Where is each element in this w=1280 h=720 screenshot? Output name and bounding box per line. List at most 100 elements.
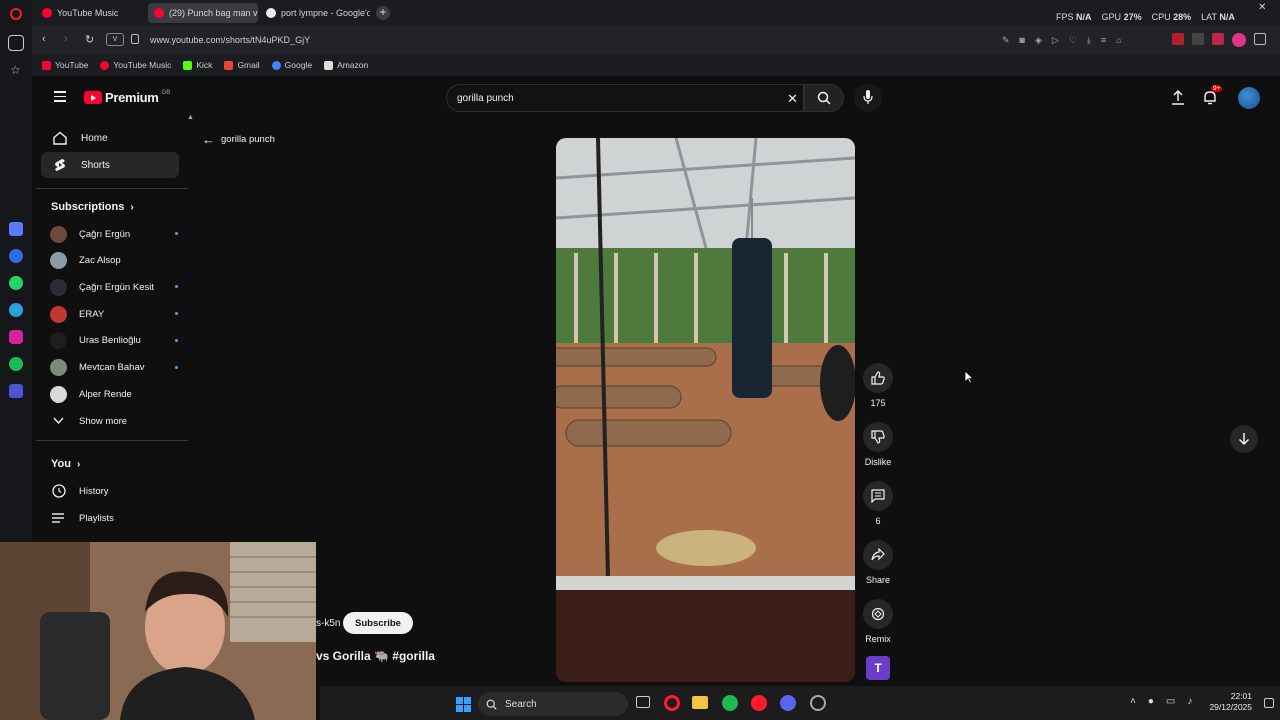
heart-icon[interactable]: ♡ bbox=[1069, 35, 1077, 46]
taskbar-search[interactable]: Search bbox=[478, 692, 628, 716]
kick-icon bbox=[183, 60, 193, 70]
new-content-dot bbox=[175, 312, 178, 316]
search-button[interactable] bbox=[804, 84, 844, 112]
account-avatar[interactable] bbox=[1238, 87, 1260, 109]
upload-icon[interactable] bbox=[1171, 90, 1185, 105]
spotify-icon[interactable] bbox=[9, 357, 23, 371]
back-icon[interactable]: ‹ bbox=[42, 33, 46, 45]
player-icon[interactable] bbox=[9, 384, 23, 398]
subscription-item[interactable]: Mevtcan Bahav bbox=[50, 358, 178, 378]
extension-dark-icon[interactable] bbox=[1192, 33, 1204, 45]
bookmark-google[interactable]: Google bbox=[271, 60, 312, 70]
windows-start-icon[interactable] bbox=[456, 697, 471, 712]
obs-icon[interactable] bbox=[810, 695, 826, 711]
voice-search-button[interactable] bbox=[854, 84, 882, 112]
home-space-icon[interactable] bbox=[8, 35, 24, 51]
subscription-item[interactable]: Uras Benlioğlu bbox=[50, 331, 178, 351]
telegram-icon[interactable] bbox=[9, 303, 23, 317]
sidebar-item-history[interactable]: History bbox=[50, 481, 174, 501]
bookmark-kick[interactable]: Kick bbox=[183, 60, 212, 70]
network-icon[interactable]: ▭ bbox=[1166, 696, 1175, 707]
notification-center-icon[interactable] bbox=[1264, 698, 1274, 708]
tab-youtube-music[interactable]: YouTube Music bbox=[36, 3, 146, 23]
youtube-premium-logo[interactable]: Premium GB bbox=[84, 90, 170, 105]
task-view-icon[interactable] bbox=[636, 696, 650, 708]
wallet-icon[interactable]: ⌂ bbox=[1116, 35, 1121, 46]
search-input[interactable]: gorilla punch ✕ bbox=[446, 84, 804, 112]
messenger-icon[interactable] bbox=[9, 249, 23, 263]
volume-icon[interactable]: ♪ bbox=[1187, 696, 1192, 707]
extension-circle-icon[interactable] bbox=[1232, 33, 1246, 47]
mouse-cursor-icon bbox=[964, 370, 974, 384]
extension-pink-icon[interactable] bbox=[1212, 33, 1224, 45]
short-video-player[interactable] bbox=[556, 138, 855, 682]
spotify-taskbar-icon[interactable] bbox=[722, 695, 738, 711]
subscription-item[interactable]: Alper Rende bbox=[50, 384, 174, 404]
subscription-item[interactable]: Çağrı Ergün bbox=[50, 224, 178, 244]
subscription-item[interactable]: Zac Alsop bbox=[50, 251, 174, 271]
opera-logo-icon[interactable] bbox=[10, 8, 22, 20]
search-icon bbox=[817, 91, 831, 105]
play-icon[interactable]: ▷ bbox=[1052, 35, 1059, 46]
instagram-icon[interactable] bbox=[9, 330, 23, 344]
download-icon[interactable]: ⤓ bbox=[1087, 35, 1091, 46]
shield-icon[interactable]: ◈ bbox=[1035, 35, 1042, 46]
notifications-button[interactable]: 9+ bbox=[1203, 85, 1223, 105]
channel-avatar[interactable]: T bbox=[866, 656, 890, 680]
opera-gx-icon[interactable] bbox=[751, 695, 767, 711]
whatsapp-icon[interactable] bbox=[9, 276, 23, 290]
short-title[interactable]: vs Gorilla 🐃 #gorilla bbox=[316, 649, 435, 663]
subscription-item[interactable]: ERAY bbox=[50, 304, 178, 324]
subscriptions-heading[interactable]: Subscriptions › bbox=[51, 201, 134, 213]
like-button[interactable]: 175 bbox=[858, 363, 898, 408]
camera-icon[interactable]: ◙ bbox=[1020, 35, 1025, 46]
bookmark-youtube-music[interactable]: YouTube Music bbox=[100, 60, 171, 70]
back-to-search[interactable]: ← gorilla punch bbox=[202, 132, 275, 147]
share-button[interactable]: Share bbox=[858, 540, 898, 585]
bookmark-amazon[interactable]: Amazon bbox=[324, 60, 368, 70]
chevron-up-icon[interactable]: ˄ bbox=[1130, 696, 1136, 707]
sidebar-scroll-up-icon[interactable]: ▲ bbox=[187, 114, 194, 121]
tab-punch-bag[interactable]: (29) Punch bag man v bbox=[148, 3, 258, 23]
aria-icon[interactable] bbox=[9, 222, 23, 236]
chevron-down-icon bbox=[53, 417, 64, 425]
vpn-badge-icon[interactable]: V bbox=[106, 33, 124, 46]
file-explorer-icon[interactable] bbox=[692, 696, 708, 709]
opera-taskbar-icon[interactable] bbox=[664, 695, 680, 711]
subscription-item[interactable]: Çağrı Ergün Kesit bbox=[50, 277, 178, 297]
comments-button[interactable]: 6 bbox=[858, 481, 898, 526]
subscribe-button[interactable]: Subscribe bbox=[343, 612, 413, 634]
youtube-music-icon bbox=[100, 60, 110, 70]
clear-search-icon[interactable]: ✕ bbox=[787, 91, 798, 107]
show-more-button[interactable]: Show more bbox=[50, 411, 174, 431]
close-window-icon[interactable]: ✕ bbox=[1258, 2, 1266, 13]
sidebar-item-shorts[interactable]: Shorts bbox=[41, 152, 179, 178]
edit-icon[interactable]: ✎ bbox=[1002, 35, 1010, 46]
sidebar-item-playlists[interactable]: Playlists bbox=[50, 508, 174, 528]
you-heading[interactable]: You › bbox=[51, 458, 80, 470]
discord-icon[interactable] bbox=[780, 695, 796, 711]
url-field[interactable]: www.youtube.com/shorts/tN4uPKD_GjY bbox=[150, 35, 310, 45]
avatar bbox=[50, 305, 67, 323]
short-channel-name[interactable]: s-k5n bbox=[316, 618, 340, 629]
menu-icon[interactable]: ≡ bbox=[1101, 35, 1106, 46]
dislike-button[interactable]: Dislike bbox=[858, 422, 898, 467]
extensions-puzzle-icon[interactable] bbox=[1254, 33, 1266, 45]
subscription-name: Çağrı Ergün bbox=[79, 228, 131, 240]
microphone-tray-icon[interactable]: ● bbox=[1148, 696, 1154, 707]
remix-button[interactable]: Remix bbox=[858, 599, 898, 644]
sidebar-item-home[interactable]: Home bbox=[41, 125, 179, 151]
new-tab-icon[interactable]: + bbox=[376, 6, 390, 20]
hamburger-menu-icon[interactable] bbox=[54, 91, 66, 102]
clock[interactable]: 22:01 29/12/2025 bbox=[1196, 691, 1252, 713]
taskbar: Search ˄ ● ▭ ♪ 22:01 29/12/2025 bbox=[320, 686, 1280, 720]
bookmark-gmail[interactable]: Gmail bbox=[224, 60, 260, 70]
forward-icon[interactable]: › bbox=[64, 33, 68, 45]
address-bar-actions: ✎ ◙ ◈ ▷ ♡ ⤓ ≡ ⌂ bbox=[1002, 35, 1122, 46]
bookmark-youtube[interactable]: YouTube bbox=[42, 60, 88, 70]
star-icon[interactable]: ☆ bbox=[10, 63, 21, 77]
next-short-button[interactable] bbox=[1230, 425, 1258, 453]
reload-icon[interactable]: ↻ bbox=[85, 33, 94, 46]
tab-google-search[interactable]: port lympne - Google'da A bbox=[260, 3, 370, 23]
extension-red-icon[interactable] bbox=[1172, 33, 1184, 45]
